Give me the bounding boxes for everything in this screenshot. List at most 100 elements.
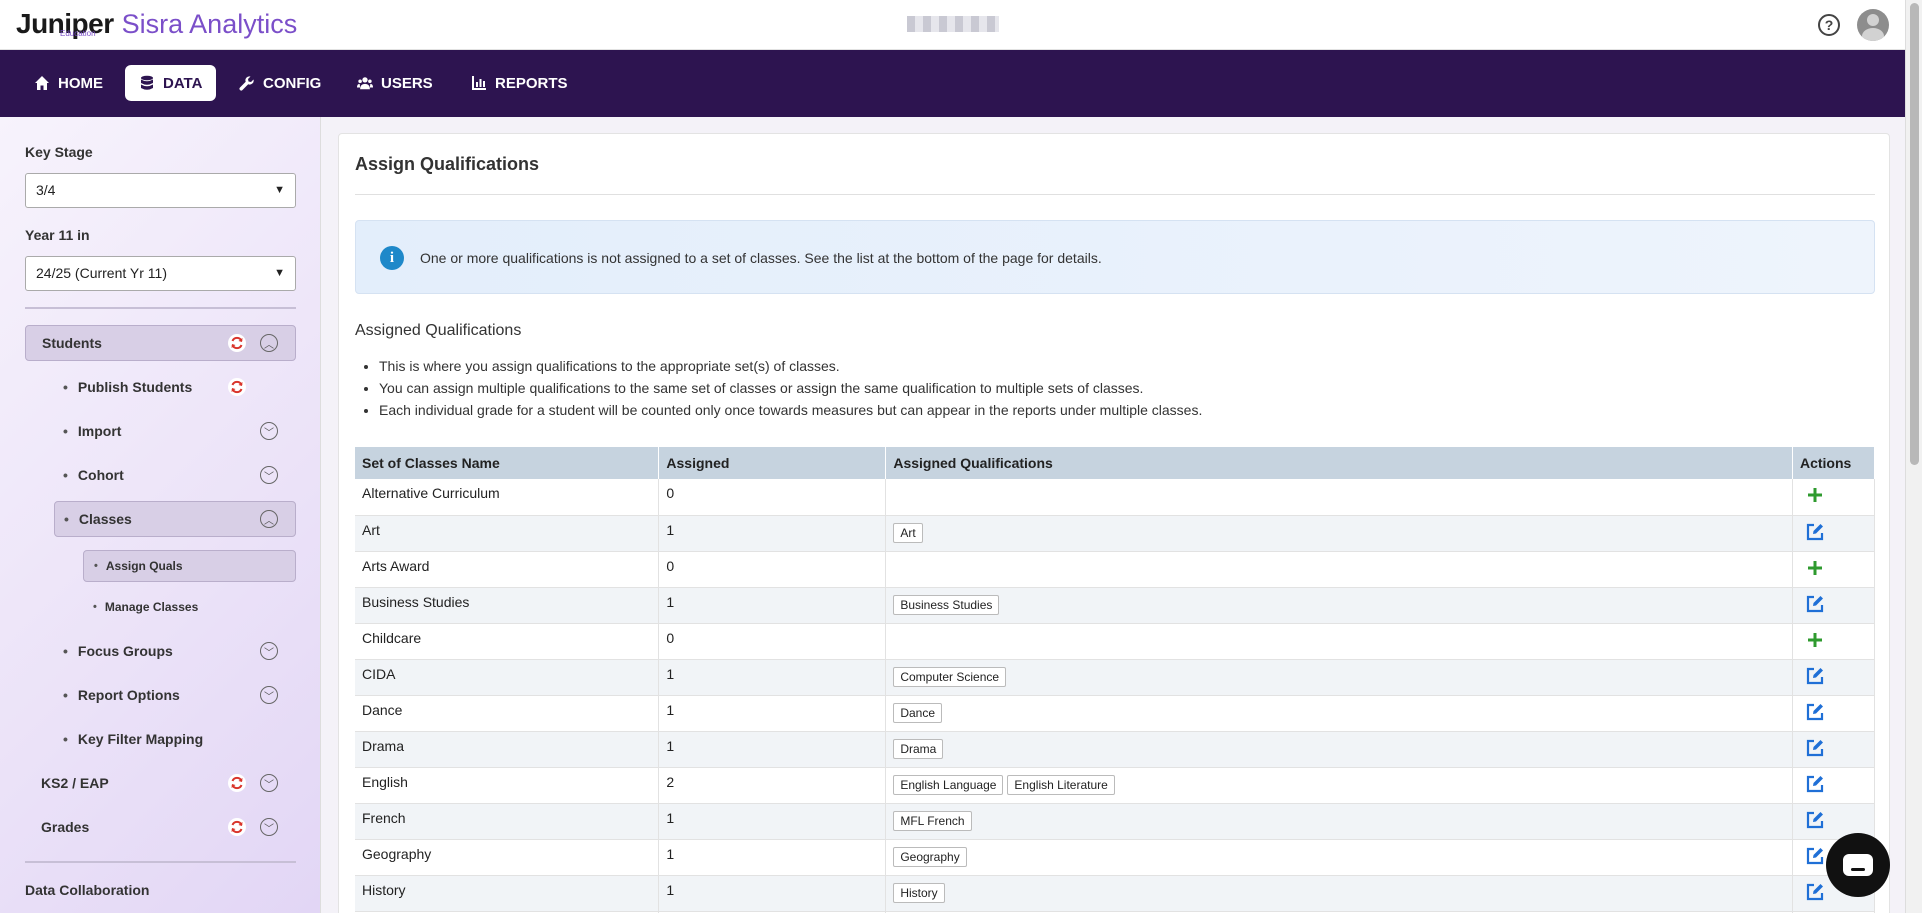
chevron-down-icon[interactable]: ﹀ xyxy=(260,686,278,704)
assigned-count: 1 xyxy=(658,803,887,840)
nav-config[interactable]: CONFIG xyxy=(225,65,335,101)
sidebar-item-manage-classes[interactable]: • Manage Classes xyxy=(93,591,283,623)
year-select[interactable]: 24/25 (Current Yr 11) ▼ xyxy=(25,256,296,291)
edit-icon[interactable] xyxy=(1805,846,1825,866)
column-header[interactable]: Assigned Qualifications xyxy=(885,447,1793,479)
class-set-name: English xyxy=(355,767,660,804)
avatar[interactable] xyxy=(1857,9,1889,41)
add-icon[interactable] xyxy=(1805,485,1825,505)
sidebar-item-key-filter-mapping[interactable]: • Key Filter Mapping xyxy=(63,721,283,757)
refresh-icon[interactable] xyxy=(228,774,246,792)
actions-cell xyxy=(1792,695,1876,732)
sidebar-item-label: Assign Quals xyxy=(105,559,183,573)
assigned-quals-cell: MFL French xyxy=(885,803,1793,840)
chevron-down-icon[interactable]: ﹀ xyxy=(260,466,278,484)
sidebar-item-assign-quals[interactable]: • Assign Quals xyxy=(83,550,296,582)
qualification-tag: Geography xyxy=(893,847,967,867)
table-row: Alternative Curriculum 0 xyxy=(355,479,1876,516)
edit-icon[interactable] xyxy=(1805,666,1825,686)
school-name-redacted xyxy=(907,16,999,32)
sidebar-item-report-options[interactable]: • Report Options xyxy=(63,677,263,713)
chevron-up-icon[interactable]: ︿ xyxy=(260,510,278,528)
question-circle-icon[interactable]: ? xyxy=(1818,14,1840,36)
nav-home[interactable]: HOME xyxy=(20,65,117,101)
edit-icon[interactable] xyxy=(1805,774,1825,794)
sidebar-item-focus-groups[interactable]: • Focus Groups xyxy=(63,633,263,669)
table-row: Geography 1 Geography xyxy=(355,839,1876,876)
nav-users[interactable]: USERS xyxy=(343,65,447,101)
refresh-icon[interactable] xyxy=(228,818,246,836)
year-label: Year 11 in xyxy=(25,227,90,243)
sidebar-item-label: Grades xyxy=(41,819,90,835)
chevron-down-icon[interactable]: ﹀ xyxy=(260,422,278,440)
edit-icon[interactable] xyxy=(1805,738,1825,758)
wrench-icon xyxy=(239,76,254,91)
top-header: Juniper Sisra Analytics Education ? xyxy=(0,0,1905,50)
edit-icon[interactable] xyxy=(1805,810,1825,830)
nav-reports-label: REPORTS xyxy=(495,74,568,92)
nav-data[interactable]: DATA xyxy=(125,65,217,101)
sidebar-item-grades[interactable]: Grades xyxy=(41,809,221,845)
table-row: English 2 English Language English Literatu… xyxy=(355,767,1876,804)
assigned-quals-cell xyxy=(885,551,1793,588)
key-stage-select[interactable]: 3/4 ▼ xyxy=(25,173,296,208)
chevron-up-icon[interactable]: ︿ xyxy=(260,334,278,352)
home-icon xyxy=(35,76,49,90)
edit-icon[interactable] xyxy=(1805,594,1825,614)
product-name: Sisra Analytics xyxy=(121,9,298,39)
chevron-down-icon[interactable]: ﹀ xyxy=(260,774,278,792)
actions-cell xyxy=(1792,551,1876,588)
add-icon[interactable] xyxy=(1805,558,1825,578)
table-row: French 1 MFL French xyxy=(355,803,1876,840)
sidebar-item-label: KS2 / EAP xyxy=(41,775,109,791)
qualification-tag: History xyxy=(893,883,945,903)
sidebar-item-import[interactable]: • Import xyxy=(63,413,263,449)
qualification-tag: English Literature xyxy=(1007,775,1115,795)
table-row: Arts Award 0 xyxy=(355,551,1876,588)
qualification-tag: Drama xyxy=(893,739,944,759)
column-header: Actions xyxy=(1792,447,1876,479)
class-set-name: Drama xyxy=(355,731,660,768)
nav-home-label: HOME xyxy=(58,74,103,92)
page-scrollbar[interactable] xyxy=(1905,0,1922,913)
sidebar-item-data-collaboration[interactable]: Data Collaboration xyxy=(25,882,149,898)
scrollbar-thumb[interactable] xyxy=(1910,3,1919,465)
refresh-icon[interactable] xyxy=(228,334,246,352)
assigned-count: 1 xyxy=(658,587,887,624)
chevron-down-icon[interactable]: ﹀ xyxy=(260,818,278,836)
nav-reports[interactable]: REPORTS xyxy=(457,65,582,101)
sidebar-item-label: Manage Classes xyxy=(104,600,199,614)
year-value: 24/25 (Current Yr 11) xyxy=(36,265,167,281)
assigned-count: 1 xyxy=(658,839,887,876)
refresh-icon[interactable] xyxy=(228,378,246,396)
assigned-count: 1 xyxy=(658,875,887,912)
table-header-row: Set of Classes Name Assigned Assigned Qu… xyxy=(355,447,1876,479)
table-row: Childcare 0 xyxy=(355,623,1876,660)
chart-icon xyxy=(472,76,486,90)
chat-button[interactable] xyxy=(1826,833,1890,897)
info-icon: i xyxy=(380,246,404,270)
add-icon[interactable] xyxy=(1805,630,1825,650)
actions-cell xyxy=(1792,479,1876,516)
class-set-name: Arts Award xyxy=(355,551,660,588)
sidebar-item-label: Students xyxy=(42,335,102,351)
key-stage-value: 3/4 xyxy=(36,182,56,198)
assigned-quals-cell xyxy=(885,479,1793,516)
assigned-count: 2 xyxy=(658,767,887,804)
chevron-down-icon[interactable]: ﹀ xyxy=(260,642,278,660)
column-header[interactable]: Assigned xyxy=(658,447,887,479)
sidebar-item-students[interactable]: Students xyxy=(25,325,296,361)
chevron-down-icon: ▼ xyxy=(274,184,285,196)
table-row: CIDA 1 Computer Science xyxy=(355,659,1876,696)
sidebar-divider xyxy=(25,307,296,309)
qualification-tag: Business Studies xyxy=(893,595,1000,615)
actions-cell xyxy=(1792,659,1876,696)
edit-icon[interactable] xyxy=(1805,882,1825,902)
assigned-quals-cell: Art xyxy=(885,515,1793,552)
sidebar-item-cohort[interactable]: • Cohort xyxy=(63,457,263,493)
edit-icon[interactable] xyxy=(1805,522,1825,542)
app-logo[interactable]: Juniper Sisra Analytics xyxy=(16,8,297,40)
sidebar-item-ks2-eap[interactable]: KS2 / EAP xyxy=(41,765,221,801)
edit-icon[interactable] xyxy=(1805,702,1825,722)
column-header[interactable]: Set of Classes Name xyxy=(355,447,660,479)
